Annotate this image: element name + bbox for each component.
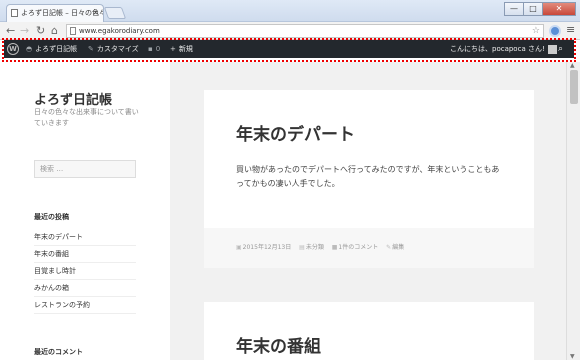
recent-comments-heading: 最近のコメント: [34, 348, 83, 356]
post-card: 年末のデパート 買い物があったのでデパートへ行ってみたのですが、年末ということも…: [204, 90, 534, 268]
post-date-text: 2015年12月13日: [242, 244, 292, 251]
post-body: 買い物があったのでデパートへ行ってみたのですが、年末ということもあってかもの凄い…: [236, 165, 500, 188]
post-category[interactable]: ▤未分類: [299, 244, 324, 251]
scrollbar-thumb[interactable]: [570, 70, 578, 104]
admin-bar-comments[interactable]: ▪ 0: [148, 40, 160, 58]
greeting-text: こんにちは、pocapoca さん!: [450, 45, 545, 53]
wordpress-logo-icon[interactable]: W: [7, 43, 19, 55]
post-edit[interactable]: ✎編集: [386, 244, 404, 251]
post-title[interactable]: 年末のデパート: [236, 120, 355, 145]
site-name-label: よろず日記帳: [35, 45, 78, 53]
url-text: www.egakorodiary.com: [79, 27, 160, 35]
admin-bar-new[interactable]: + 新規: [170, 40, 193, 58]
admin-bar-customize[interactable]: ✎ カスタマイズ: [88, 40, 139, 58]
forward-icon[interactable]: →: [20, 23, 29, 39]
customize-label: カスタマイズ: [96, 45, 139, 53]
post-edit-text: 編集: [392, 244, 405, 251]
reload-icon[interactable]: ↻: [36, 23, 45, 39]
brush-icon: ✎: [88, 45, 94, 53]
search-icon[interactable]: ⌕: [558, 40, 563, 58]
scroll-up-icon[interactable]: ▲: [570, 62, 575, 69]
comments-count: 0: [155, 45, 161, 53]
browser-titlebar: よろず日記帳 – 日々の色々な × — □ ✕: [0, 0, 580, 22]
extension-icon[interactable]: [549, 25, 561, 37]
new-tab-button[interactable]: [103, 7, 127, 19]
recent-post-link[interactable]: 年末の番組: [34, 246, 136, 263]
recent-post-link[interactable]: レストランの予約: [34, 297, 136, 314]
post-category-text: 未分類: [305, 244, 324, 251]
menu-icon[interactable]: ≡: [566, 23, 575, 36]
admin-bar-site-name[interactable]: ◓ よろず日記帳: [26, 40, 77, 58]
back-icon[interactable]: ←: [6, 23, 15, 39]
pencil-icon: ✎: [386, 244, 392, 251]
page-icon: [11, 9, 18, 17]
post-comments-text: 1件のコメント: [338, 244, 379, 251]
avatar: [547, 44, 557, 54]
comment-icon: ▪: [148, 45, 153, 53]
minimize-button[interactable]: —: [504, 2, 524, 16]
dashboard-icon: ◓: [26, 45, 33, 53]
page-scrollbar[interactable]: ▲ ▼: [566, 62, 580, 360]
close-window-button[interactable]: ✕: [542, 2, 576, 16]
browser-toolbar: ← → ↻ ⌂ www.egakorodiary.com ☆ ≡: [0, 22, 580, 40]
scroll-down-icon[interactable]: ▼: [570, 353, 575, 360]
site-description: 日々の色々な出来事について書いていきます: [34, 108, 139, 127]
admin-bar-account[interactable]: こんにちは、pocapoca さん!: [450, 40, 557, 58]
folder-icon: ▤: [299, 244, 305, 251]
recent-posts-heading: 最近の投稿: [34, 213, 69, 221]
new-label: 新規: [178, 45, 193, 53]
post-meta: ▣2015年12月13日 ▤未分類 ■1件のコメント ✎編集: [204, 228, 534, 268]
page-icon: [70, 27, 76, 35]
calendar-icon: ▣: [236, 244, 242, 251]
post-card: 年末の番組: [204, 302, 534, 360]
bookmark-star-icon[interactable]: ☆: [532, 25, 540, 37]
wp-admin-bar: W ◓ よろず日記帳 ✎ カスタマイズ ▪ 0 + 新規 こんにちは、pocapoca …: [4, 40, 574, 58]
search-input[interactable]: 検索 …: [34, 160, 136, 178]
address-bar[interactable]: www.egakorodiary.com ☆: [66, 24, 544, 38]
plus-icon: +: [170, 45, 176, 53]
tab-close-icon[interactable]: ×: [92, 5, 99, 21]
comment-icon: ■: [331, 244, 338, 251]
post-date[interactable]: ▣2015年12月13日: [236, 244, 291, 251]
recent-post-link[interactable]: 年末のデパート: [34, 229, 136, 246]
site-title[interactable]: よろず日記帳: [34, 89, 112, 108]
post-comments[interactable]: ■1件のコメント: [332, 244, 379, 251]
recent-post-link[interactable]: みかんの箱: [34, 280, 136, 297]
recent-post-link[interactable]: 目覚まし時計: [34, 263, 136, 280]
browser-tab[interactable]: よろず日記帳 – 日々の色々な ×: [6, 4, 104, 22]
recent-posts-list: 年末のデパート 年末の番組 目覚まし時計 みかんの箱 レストランの予約: [34, 229, 136, 314]
maximize-button[interactable]: □: [523, 2, 543, 16]
post-title[interactable]: 年末の番組: [236, 332, 321, 357]
window-controls: — □ ✕: [504, 2, 576, 16]
home-icon[interactable]: ⌂: [51, 23, 58, 39]
